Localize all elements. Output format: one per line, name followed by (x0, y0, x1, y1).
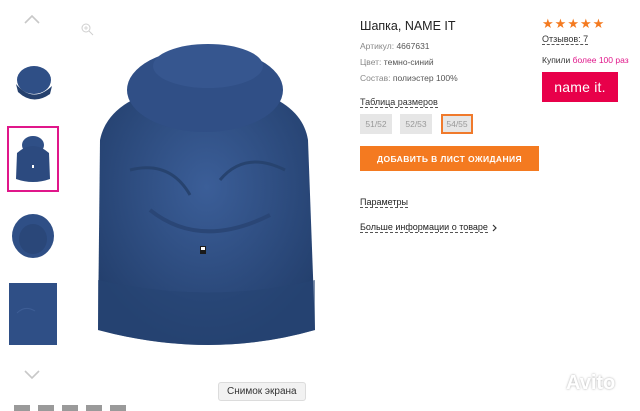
fabric-thumbnail (9, 283, 57, 345)
chevron-up-icon[interactable] (22, 10, 42, 30)
more-info-link[interactable]: Больше информации о товаре (360, 222, 498, 233)
article-label: Артикул: (360, 41, 395, 51)
star-icon: ★ (554, 16, 567, 31)
size-option-51-52[interactable]: 51/52 (360, 114, 392, 134)
bought-prefix: Купили (542, 55, 571, 65)
composition-row: Состав: полиэстер 100% (360, 73, 458, 83)
product-title: Шапка, NAME IT (360, 19, 456, 33)
composition-value: полиэстер 100% (392, 73, 458, 83)
bought-highlight: более 100 раз (572, 55, 629, 65)
thumbnail-1[interactable] (8, 50, 58, 114)
product-main-image[interactable] (70, 30, 340, 380)
thumbnail-3[interactable] (8, 204, 58, 268)
screenshot-tooltip: Снимок экрана (218, 382, 306, 401)
brand-logo[interactable]: name it. (542, 72, 618, 102)
star-icon: ★ (592, 16, 605, 31)
article-value: 4667631 (396, 41, 430, 51)
color-value: темно-синий (383, 57, 434, 67)
hat-back-thumbnail (16, 136, 50, 182)
size-option-54-55-selected[interactable]: 54/55 (441, 114, 473, 134)
indicator-2[interactable] (38, 405, 54, 411)
indicator-3[interactable] (62, 405, 78, 411)
article-row: Артикул: 4667631 (360, 41, 430, 51)
more-info-label: Больше информации о товаре (360, 222, 488, 233)
star-icon: ★ (542, 16, 554, 31)
chevron-down-icon[interactable] (22, 364, 42, 384)
reviews-link[interactable]: Отзывов: 7 (542, 34, 589, 45)
thumbnail-gallery (0, 0, 66, 411)
indicator-1[interactable] (14, 405, 30, 411)
watermark-text: Avito (566, 372, 616, 394)
add-to-waitlist-button[interactable]: ДОБАВИТЬ В ЛИСТ ОЖИДАНИЯ (360, 146, 539, 171)
size-table-link[interactable]: Таблица размеров (360, 97, 438, 108)
color-row: Цвет: темно-синий (360, 57, 434, 67)
avito-watermark: Avito (538, 372, 615, 395)
rating-stars: ★ ★ ★ ★ ★ (542, 17, 604, 30)
thumbnail-2-selected[interactable] (7, 126, 59, 192)
hat-side-thumbnail (16, 66, 52, 100)
parameters-link[interactable]: Параметры (360, 197, 408, 208)
hat-top-thumbnail (12, 214, 54, 258)
chevron-right-icon (492, 224, 497, 231)
color-label: Цвет: (360, 57, 382, 67)
avito-logo-icon (540, 374, 560, 394)
indicator-4[interactable] (86, 405, 102, 411)
star-icon: ★ (567, 16, 579, 31)
composition-label: Состав: (360, 73, 391, 83)
thumbnail-4[interactable] (8, 282, 58, 346)
bought-count: Купили более 100 раз (542, 55, 629, 65)
size-option-52-53[interactable]: 52/53 (400, 114, 432, 134)
star-icon: ★ (579, 16, 592, 31)
bottom-indicators (14, 405, 126, 411)
indicator-5[interactable] (110, 405, 126, 411)
